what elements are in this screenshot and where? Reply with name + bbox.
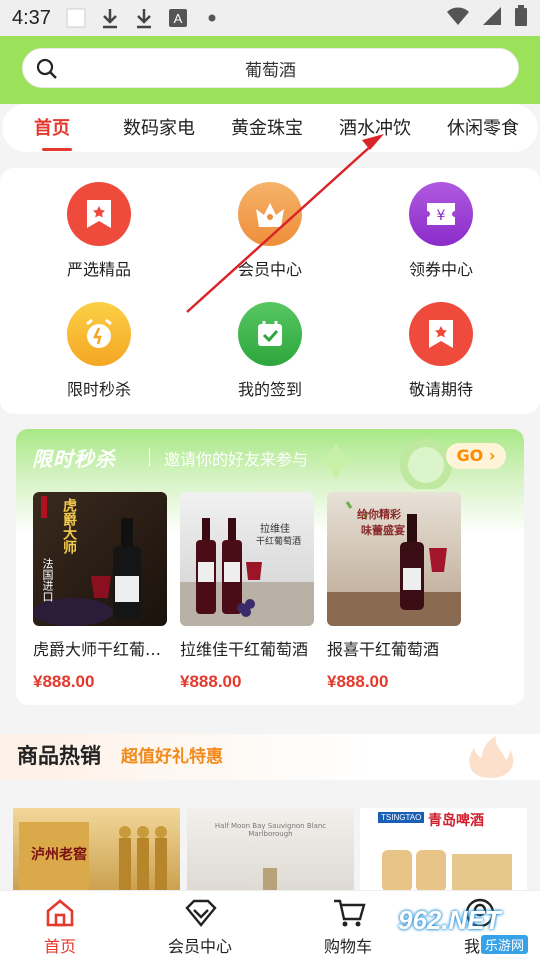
watermark-text: 962.NET bbox=[398, 905, 501, 935]
grid-item-coming-soon[interactable]: 敬请期待 bbox=[371, 302, 511, 400]
tab-jewelry[interactable]: 黄金珠宝 bbox=[231, 114, 303, 140]
flash-sale-subtitle: 邀请你的好友来参与 bbox=[164, 450, 309, 469]
product-card[interactable]: 给你精彩 味蕾盛宴 报喜干红葡萄酒 ¥888.00 bbox=[327, 492, 461, 692]
status-time: 4:37 bbox=[12, 6, 51, 29]
home-icon bbox=[44, 897, 76, 929]
shopping-cart-icon bbox=[332, 897, 366, 929]
hot-product-card[interactable]: TSINGTAO 青岛啤酒 bbox=[360, 808, 527, 892]
nav-label: 首页 bbox=[43, 937, 76, 956]
wifi-icon bbox=[446, 6, 470, 31]
category-tabs-area: 首页 数码家电 黄金珠宝 酒水冲饮 休闲零食 bbox=[0, 100, 540, 160]
hot-product-text: 泸州老窖 bbox=[31, 847, 87, 863]
hot-sale-subtitle: 超值好礼特惠 bbox=[121, 747, 223, 767]
hot-product-card[interactable]: 泸州老窖 bbox=[13, 808, 180, 892]
grid-label: 敬请期待 bbox=[408, 380, 473, 399]
grid-label: 严选精品 bbox=[66, 260, 131, 279]
product-image-text: 法国进口 bbox=[41, 558, 54, 602]
product-image-text: 拉维佳 bbox=[260, 524, 290, 535]
calendar-check-icon bbox=[238, 302, 302, 366]
notification-square-icon bbox=[65, 7, 87, 29]
hot-products-row: 泸州老窖 Half Moon Bay Sauvignon Blanc Marlb… bbox=[0, 808, 540, 892]
coupon-yen-icon: ¥ bbox=[409, 182, 473, 246]
flash-sale-section: 限时秒杀 邀请你的好友来参与 GO › 虎爵大师 法国进口 虎爵大师干红葡萄酒 … bbox=[16, 429, 524, 705]
active-tab-indicator bbox=[42, 148, 72, 151]
feature-grid: 严选精品 会员中心 ¥ 领券中心 限时秒杀 我的签到 敬请期待 bbox=[0, 168, 540, 414]
tab-drinks[interactable]: 酒水冲饮 bbox=[339, 114, 411, 140]
nav-cart[interactable]: 购物车 bbox=[298, 897, 398, 957]
grid-item-my-checkin[interactable]: 我的签到 bbox=[200, 302, 340, 400]
svg-text:A: A bbox=[174, 11, 183, 26]
header-bar: 葡萄酒 bbox=[0, 36, 540, 100]
product-name: 虎爵大师干红葡萄酒 bbox=[33, 640, 167, 659]
product-card[interactable]: 拉维佳 干红葡萄酒 拉维佳干红葡萄酒 ¥888.00 bbox=[180, 492, 314, 692]
bookmark-star-icon bbox=[67, 182, 131, 246]
status-bar: 4:37 A bbox=[0, 0, 540, 36]
product-image-text: 给你精彩 bbox=[357, 508, 401, 521]
flame-decoration-icon bbox=[469, 736, 514, 778]
nav-label: 会员中心 bbox=[167, 937, 232, 956]
grid-item-member-center[interactable]: 会员中心 bbox=[200, 182, 340, 280]
grid-item-flash-sale[interactable]: 限时秒杀 bbox=[29, 302, 169, 400]
product-image: 拉维佳 干红葡萄酒 bbox=[180, 492, 314, 626]
product-image-text: 味蕾盛宴 bbox=[361, 524, 405, 537]
watermark-logo: 962.NET 乐游网 bbox=[398, 905, 532, 955]
product-image-text: 虎爵大师 bbox=[61, 498, 77, 554]
tab-home[interactable]: 首页 bbox=[34, 114, 70, 140]
hot-sale-header: 商品热销 超值好礼特惠 bbox=[0, 734, 540, 780]
grid-item-coupon-center[interactable]: ¥ 领券中心 bbox=[371, 182, 511, 280]
battery-icon bbox=[514, 4, 528, 32]
download-icon bbox=[133, 7, 155, 29]
grid-label: 领券中心 bbox=[408, 260, 473, 279]
grid-label: 会员中心 bbox=[237, 260, 302, 279]
title-divider bbox=[149, 448, 150, 466]
hot-sale-title: 商品热销 bbox=[17, 744, 101, 768]
alarm-clock-icon bbox=[67, 302, 131, 366]
product-name: 拉维佳干红葡萄酒 bbox=[180, 640, 309, 659]
grid-label: 限时秒杀 bbox=[66, 380, 131, 399]
tab-digital[interactable]: 数码家电 bbox=[123, 114, 195, 140]
crown-icon bbox=[238, 182, 302, 246]
nav-member-center[interactable]: 会员中心 bbox=[150, 897, 250, 957]
hot-product-card[interactable]: Half Moon Bay Sauvignon Blanc Marlboroug… bbox=[187, 808, 354, 892]
grid-label: 我的签到 bbox=[237, 380, 302, 399]
diamond-icon bbox=[184, 897, 217, 929]
product-price: ¥888.00 bbox=[327, 672, 389, 691]
search-input[interactable]: 葡萄酒 bbox=[22, 48, 519, 88]
product-card[interactable]: 虎爵大师 法国进口 虎爵大师干红葡萄酒 ¥888.00 bbox=[33, 492, 167, 692]
go-button[interactable]: GO › bbox=[446, 443, 506, 469]
nav-label: 购物车 bbox=[323, 937, 372, 956]
nav-home[interactable]: 首页 bbox=[10, 897, 110, 957]
flash-sale-title: 限时秒杀 bbox=[32, 447, 116, 471]
product-name: 报喜干红葡萄酒 bbox=[327, 640, 440, 659]
grid-item-selected-goods[interactable]: 严选精品 bbox=[29, 182, 169, 280]
watermark-subtext: 乐游网 bbox=[480, 935, 528, 954]
tab-snacks[interactable]: 休闲零食 bbox=[447, 114, 519, 140]
font-a-icon: A bbox=[167, 7, 189, 29]
svg-text:¥: ¥ bbox=[437, 208, 446, 224]
product-price: ¥888.00 bbox=[33, 672, 95, 691]
product-price: ¥888.00 bbox=[180, 672, 242, 691]
search-icon bbox=[35, 57, 59, 81]
product-image: 虎爵大师 法国进口 bbox=[33, 492, 167, 626]
category-tabs: 首页 数码家电 黄金珠宝 酒水冲饮 休闲零食 bbox=[2, 104, 538, 152]
signal-icon bbox=[482, 6, 502, 31]
download-icon bbox=[99, 7, 121, 29]
dot-icon bbox=[201, 7, 223, 29]
search-value: 葡萄酒 bbox=[245, 60, 296, 81]
product-image: 给你精彩 味蕾盛宴 bbox=[327, 492, 461, 626]
bookmark-star-icon bbox=[409, 302, 473, 366]
product-image-text: 干红葡萄酒 bbox=[256, 537, 302, 547]
